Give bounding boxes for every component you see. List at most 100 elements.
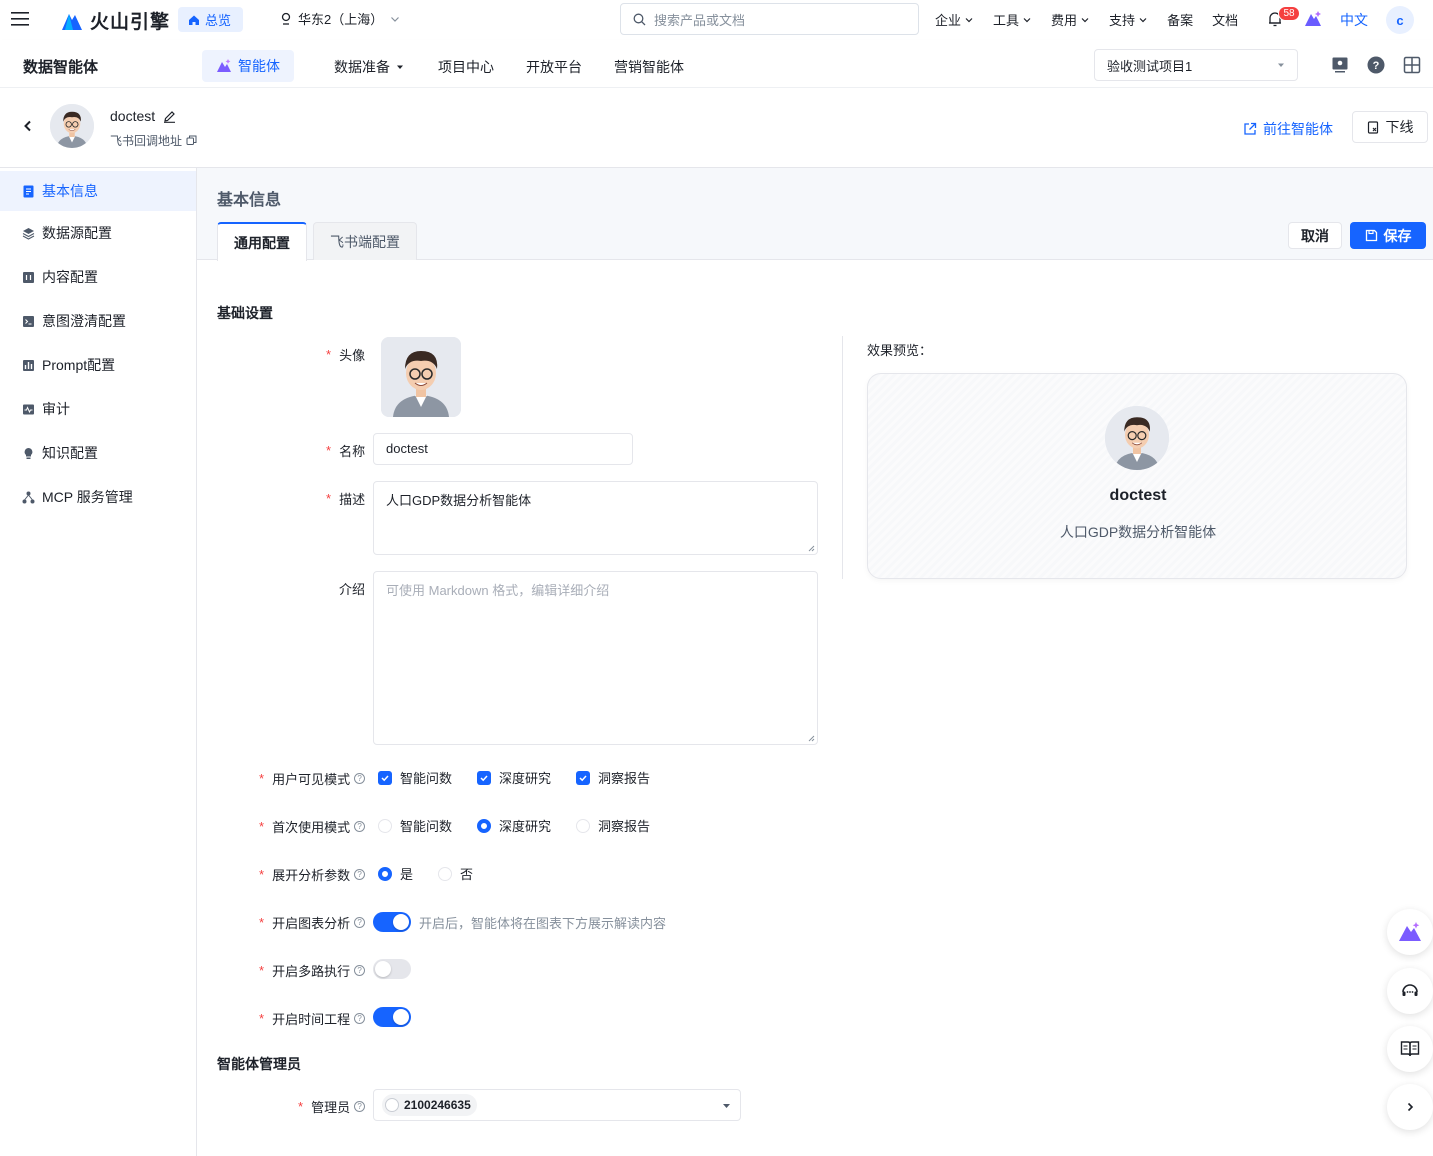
- chevron-down-icon: [1081, 17, 1089, 22]
- float-expand-button[interactable]: [1387, 1084, 1433, 1130]
- subnav-project-center[interactable]: 项目中心: [438, 57, 494, 77]
- notification-badge: 58: [1278, 6, 1300, 21]
- help-icon[interactable]: ?: [354, 965, 366, 976]
- home-icon: [189, 15, 199, 25]
- sidebar-item-basic-info[interactable]: 基本信息: [0, 171, 196, 211]
- nav-billing[interactable]: 费用: [1051, 10, 1090, 29]
- check-icon: [378, 770, 392, 785]
- save-icon: [1365, 229, 1377, 242]
- overview-button[interactable]: 总览: [178, 7, 244, 32]
- brand-name: 火山引擎: [90, 12, 171, 33]
- nav-docs[interactable]: 文档: [1212, 10, 1238, 29]
- subnav-agent[interactable]: 智能体: [202, 50, 294, 82]
- chart-analysis-hint: 开启后，智能体将在图表下方展示解读内容: [419, 916, 667, 931]
- name-label: * 名称: [326, 443, 366, 459]
- help-icon[interactable]: ?: [354, 1013, 366, 1024]
- desc-label: * 描述: [326, 491, 366, 507]
- admin-select[interactable]: 2100246635: [373, 1089, 741, 1121]
- nav-filing[interactable]: 备案: [1167, 10, 1193, 29]
- sidebar-item-content[interactable]: 内容配置: [0, 257, 196, 297]
- top-bar: 火山引擎 总览 华东2（上海） 搜索产品或文档 企业 工具 费用 支持 备案 文…: [0, 0, 1433, 40]
- preview-label: 效果预览：: [867, 343, 933, 358]
- checkbox-deep-research[interactable]: 深度研究: [477, 768, 551, 787]
- content-icon: [23, 271, 34, 283]
- radio-first-smart-query[interactable]: 智能问数: [378, 816, 452, 835]
- nav-enterprise[interactable]: 企业: [935, 10, 974, 29]
- sidebar-item-knowledge[interactable]: 知识配置: [0, 433, 196, 473]
- float-docs-button[interactable]: [1387, 1026, 1433, 1072]
- radio-expand-no[interactable]: 否: [438, 864, 473, 883]
- offline-icon: [1367, 120, 1378, 134]
- desc-textarea[interactable]: 人口GDP数据分析智能体: [373, 481, 818, 555]
- network-icon: [22, 491, 35, 503]
- radio-first-insight-report[interactable]: 洞察报告: [576, 816, 650, 835]
- help-icon[interactable]: ?: [1367, 56, 1385, 74]
- nav-tools[interactable]: 工具: [993, 10, 1032, 29]
- help-icon[interactable]: ?: [354, 869, 366, 880]
- project-select[interactable]: 验收测试项目1: [1094, 49, 1298, 81]
- screen-icon[interactable]: [1331, 56, 1349, 74]
- chart-analysis-switch[interactable]: [373, 912, 411, 932]
- nav-support[interactable]: 支持: [1109, 10, 1148, 29]
- sidebar-item-datasource[interactable]: 数据源配置: [0, 213, 196, 253]
- back-arrow-icon[interactable]: [21, 119, 35, 133]
- book-icon: [1400, 1041, 1420, 1057]
- sidebar-item-prompt[interactable]: Prompt配置: [0, 345, 196, 385]
- ai-assistant-icon[interactable]: [1303, 9, 1323, 29]
- product-bar: 数据智能体 智能体 数据准备 项目中心 开放平台 营销智能体 验收测试项目1 ?: [0, 40, 1433, 88]
- headset-icon: [1402, 984, 1418, 996]
- search-placeholder: 搜索产品或文档: [654, 12, 746, 28]
- brand-logo[interactable]: 火山引擎: [60, 7, 170, 34]
- search-icon: [633, 13, 646, 25]
- goto-agent-link[interactable]: 前往智能体: [1243, 119, 1333, 139]
- check-icon: [576, 770, 590, 785]
- multipath-switch[interactable]: [373, 959, 411, 979]
- sidebar-item-mcp[interactable]: MCP 服务管理: [0, 477, 196, 517]
- intro-label: 介绍: [339, 582, 366, 597]
- edit-icon[interactable]: [163, 110, 176, 123]
- sidebar-item-intent[interactable]: 意图澄清配置: [0, 301, 196, 341]
- radio-first-deep-research[interactable]: 深度研究: [477, 816, 551, 835]
- tab-feishu[interactable]: 飞书端配置: [313, 222, 417, 260]
- region-selector[interactable]: 华东2（上海）: [280, 9, 401, 28]
- cancel-button[interactable]: 取消: [1288, 222, 1342, 249]
- search-input[interactable]: 搜索产品或文档: [620, 3, 919, 35]
- time-engineering-switch[interactable]: [373, 1007, 411, 1027]
- resize-handle-icon[interactable]: [807, 734, 815, 742]
- checkbox-insight-report[interactable]: 洞察报告: [576, 768, 650, 787]
- preview-desc: 人口GDP数据分析智能体: [1059, 524, 1217, 540]
- cartoon-avatar-icon: [50, 104, 94, 148]
- multipath-label: * 开启多路执行?: [259, 961, 366, 980]
- help-icon[interactable]: ?: [354, 773, 366, 784]
- language-switch[interactable]: 中文: [1340, 10, 1368, 30]
- admin-tag[interactable]: 2100246635: [382, 1094, 477, 1116]
- float-service-button[interactable]: [1387, 968, 1433, 1014]
- offline-button[interactable]: 下线: [1352, 111, 1428, 143]
- copy-icon[interactable]: [186, 135, 197, 146]
- user-avatar[interactable]: c: [1386, 6, 1414, 34]
- help-icon[interactable]: ?: [354, 1101, 366, 1112]
- radio-circle: [576, 818, 590, 833]
- save-button[interactable]: 保存: [1350, 222, 1426, 249]
- caret-down-icon: [397, 65, 403, 69]
- sidebar-item-audit[interactable]: 审计: [0, 389, 196, 429]
- subnav-marketing-agent[interactable]: 营销智能体: [614, 57, 684, 77]
- resize-handle-icon[interactable]: [807, 544, 815, 552]
- float-ai-button[interactable]: [1387, 909, 1433, 955]
- intro-textarea[interactable]: 可使用 Markdown 格式，编辑详细介绍: [373, 571, 818, 745]
- checkbox-smart-query[interactable]: 智能问数: [378, 768, 452, 787]
- avatar-upload[interactable]: [381, 337, 461, 417]
- help-icon[interactable]: ?: [354, 917, 366, 928]
- name-input[interactable]: doctest: [373, 433, 633, 465]
- subnav-data-prep[interactable]: 数据准备: [334, 57, 404, 77]
- menu-icon[interactable]: [11, 11, 29, 27]
- help-icon[interactable]: ?: [354, 821, 366, 832]
- radio-expand-yes[interactable]: 是: [378, 864, 413, 883]
- section-admin: 智能体管理员: [217, 1056, 301, 1072]
- expand-params-label: * 展开分析参数?: [259, 865, 366, 884]
- tab-general[interactable]: 通用配置: [217, 222, 307, 261]
- layout-icon[interactable]: [1403, 56, 1421, 74]
- chart-analysis-label: * 开启图表分析?: [259, 913, 366, 932]
- ai-assistant-icon: [1399, 922, 1421, 941]
- subnav-open-platform[interactable]: 开放平台: [526, 57, 582, 77]
